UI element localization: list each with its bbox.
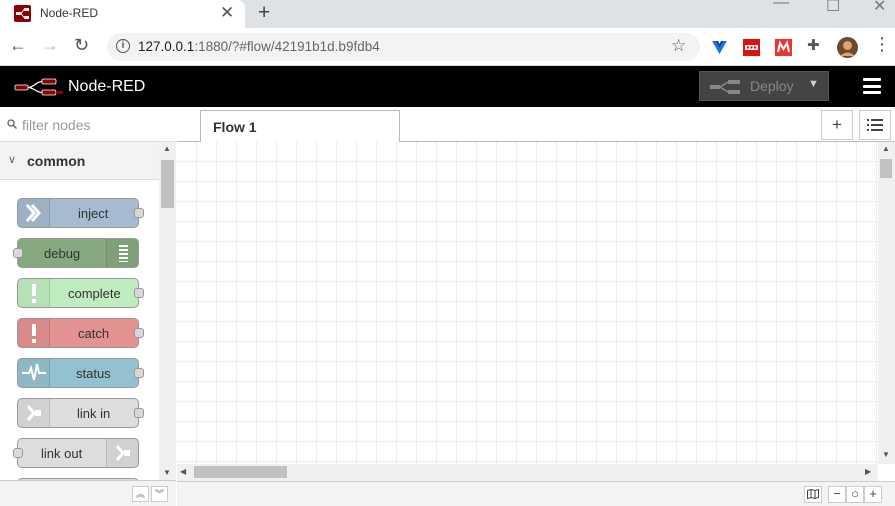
output-port[interactable] bbox=[134, 368, 144, 378]
output-port[interactable] bbox=[134, 328, 144, 338]
minimize-icon[interactable]: — bbox=[773, 0, 789, 12]
palette-node-link-out[interactable]: link out bbox=[13, 438, 139, 468]
zoom-out-icon[interactable]: − bbox=[828, 486, 846, 503]
m-extension-icon[interactable] bbox=[775, 39, 792, 56]
palette-node-inject[interactable]: inject bbox=[17, 198, 144, 228]
flow-canvas[interactable] bbox=[177, 142, 878, 464]
list-flows-icon[interactable] bbox=[859, 110, 891, 140]
new-tab-button[interactable]: + bbox=[258, 1, 270, 25]
url-path: :1880/?#flow/42191b1d.b9fdb4 bbox=[194, 39, 380, 54]
palette-scrollbar-thumb[interactable] bbox=[161, 160, 174, 208]
scroll-down-icon[interactable]: ▼ bbox=[163, 468, 171, 477]
hamburger-menu-icon[interactable] bbox=[863, 78, 881, 98]
close-tab-icon[interactable]: ✕ bbox=[220, 3, 234, 23]
output-port[interactable] bbox=[134, 208, 144, 218]
deploy-button[interactable]: Deploy ▼ bbox=[699, 71, 829, 101]
maximize-icon[interactable]: ☐ bbox=[826, 0, 840, 16]
address-bar[interactable]: i 127.0.0.1:1880/?#flow/42191b1d.b9fdb4 … bbox=[107, 33, 700, 61]
browser-tab-title: Node-RED bbox=[40, 6, 99, 20]
palette-node-debug[interactable]: debug bbox=[13, 238, 139, 268]
output-port[interactable] bbox=[134, 408, 144, 418]
node-label: catch bbox=[78, 326, 110, 341]
link-in-icon bbox=[18, 399, 50, 427]
close-window-icon[interactable]: ✕ bbox=[873, 0, 886, 16]
alert-icon bbox=[18, 279, 50, 307]
node-label: status bbox=[76, 366, 111, 381]
navigator-map-icon[interactable] bbox=[804, 486, 822, 503]
scroll-down-icon[interactable]: ▼ bbox=[882, 450, 890, 459]
input-port[interactable] bbox=[13, 248, 23, 258]
output-port[interactable] bbox=[134, 288, 144, 298]
category-label: common bbox=[27, 153, 86, 169]
arrow-in-icon bbox=[18, 199, 50, 227]
palette-node-complete[interactable]: complete bbox=[17, 278, 144, 308]
browser-tabstrip: Node-RED ✕ + — ☐ ✕ bbox=[0, 0, 895, 28]
profile-avatar[interactable] bbox=[837, 37, 858, 58]
deploy-dropdown-icon[interactable]: ▼ bbox=[808, 78, 819, 90]
add-flow-button[interactable]: + bbox=[821, 110, 853, 140]
forward-icon[interactable]: → bbox=[41, 35, 59, 56]
url-host: 127.0.0.1 bbox=[138, 39, 195, 54]
palette-node-catch[interactable]: catch bbox=[17, 318, 144, 348]
input-port[interactable] bbox=[13, 448, 23, 458]
canvas-vertical-scrollbar[interactable]: ▲ ▼ bbox=[878, 142, 895, 464]
app-title: Node-RED bbox=[68, 78, 146, 95]
node-label: debug bbox=[44, 246, 81, 261]
zoom-in-icon[interactable]: + bbox=[864, 486, 882, 503]
node-red-header: Node-RED Deploy ▼ bbox=[0, 66, 895, 107]
category-header-common[interactable]: ∨ common bbox=[0, 142, 159, 180]
workspace-footer: − ○ + bbox=[177, 481, 895, 506]
scroll-up-icon[interactable]: ▲ bbox=[882, 144, 890, 153]
node-red-logo-icon bbox=[14, 78, 63, 96]
palette-node-link-in[interactable]: link in bbox=[17, 398, 144, 428]
vertical-scrollbar-thumb[interactable] bbox=[880, 159, 892, 178]
chevron-down-icon: ∨ bbox=[8, 154, 17, 166]
node-label: link in bbox=[77, 406, 111, 421]
flow-tab-label: Flow 1 bbox=[213, 119, 257, 135]
bookmark-star-icon[interactable]: ☆ bbox=[671, 36, 686, 56]
url-text: 127.0.0.1:1880/?#flow/42191b1d.b9fdb4 bbox=[138, 39, 380, 54]
debug-list-icon bbox=[106, 239, 138, 267]
canvas-horizontal-scrollbar[interactable]: ◀ ▶ bbox=[177, 464, 878, 481]
node-palette: filter nodes ∨ common inject debug compl… bbox=[0, 107, 176, 506]
node-label: link out bbox=[41, 446, 83, 461]
horizontal-scrollbar-thumb[interactable] bbox=[194, 466, 287, 478]
site-info-icon[interactable]: i bbox=[116, 39, 130, 53]
zoom-reset-icon[interactable]: ○ bbox=[846, 486, 864, 503]
deploy-label: Deploy bbox=[750, 78, 794, 94]
scroll-right-icon[interactable]: ▶ bbox=[865, 467, 871, 476]
extensions-puzzle-icon[interactable]: ✚ bbox=[807, 36, 820, 54]
scroll-left-icon[interactable]: ◀ bbox=[180, 467, 186, 476]
expand-all-icon[interactable]: ︾ bbox=[151, 486, 168, 502]
palette-footer: ︽ ︾ bbox=[0, 480, 176, 506]
palette-scrollbar[interactable]: ▲ ▼ bbox=[159, 142, 176, 480]
browser-menu-icon[interactable]: ⋮ bbox=[873, 34, 891, 55]
tab-flow-1[interactable]: Flow 1 bbox=[200, 110, 400, 143]
pulse-icon bbox=[18, 359, 50, 387]
filter-nodes-input[interactable]: filter nodes bbox=[22, 117, 90, 133]
reload-icon[interactable]: ↻ bbox=[74, 35, 89, 56]
browser-toolbar: ← → ↻ i 127.0.0.1:1880/?#flow/42191b1d.b… bbox=[0, 28, 895, 66]
deploy-icon bbox=[710, 80, 740, 94]
vuejs-extension-icon[interactable] bbox=[711, 39, 728, 56]
red-extension-icon[interactable] bbox=[743, 39, 760, 56]
search-icon bbox=[7, 119, 17, 129]
node-label: complete bbox=[68, 286, 121, 301]
collapse-all-icon[interactable]: ︽ bbox=[132, 486, 149, 502]
palette-filter[interactable]: filter nodes bbox=[0, 107, 176, 142]
back-icon[interactable]: ← bbox=[9, 35, 27, 56]
link-out-icon bbox=[106, 439, 138, 467]
palette-node-list: inject debug complete catch status link … bbox=[0, 180, 159, 480]
node-label: inject bbox=[78, 206, 109, 221]
palette-node-status[interactable]: status bbox=[17, 358, 144, 388]
scroll-up-icon[interactable]: ▲ bbox=[163, 144, 171, 153]
node-red-favicon-icon bbox=[14, 5, 31, 22]
workspace-tabs: Flow 1 + bbox=[177, 107, 895, 143]
browser-tab[interactable]: Node-RED ✕ bbox=[0, 0, 245, 28]
alert-icon bbox=[18, 319, 50, 347]
